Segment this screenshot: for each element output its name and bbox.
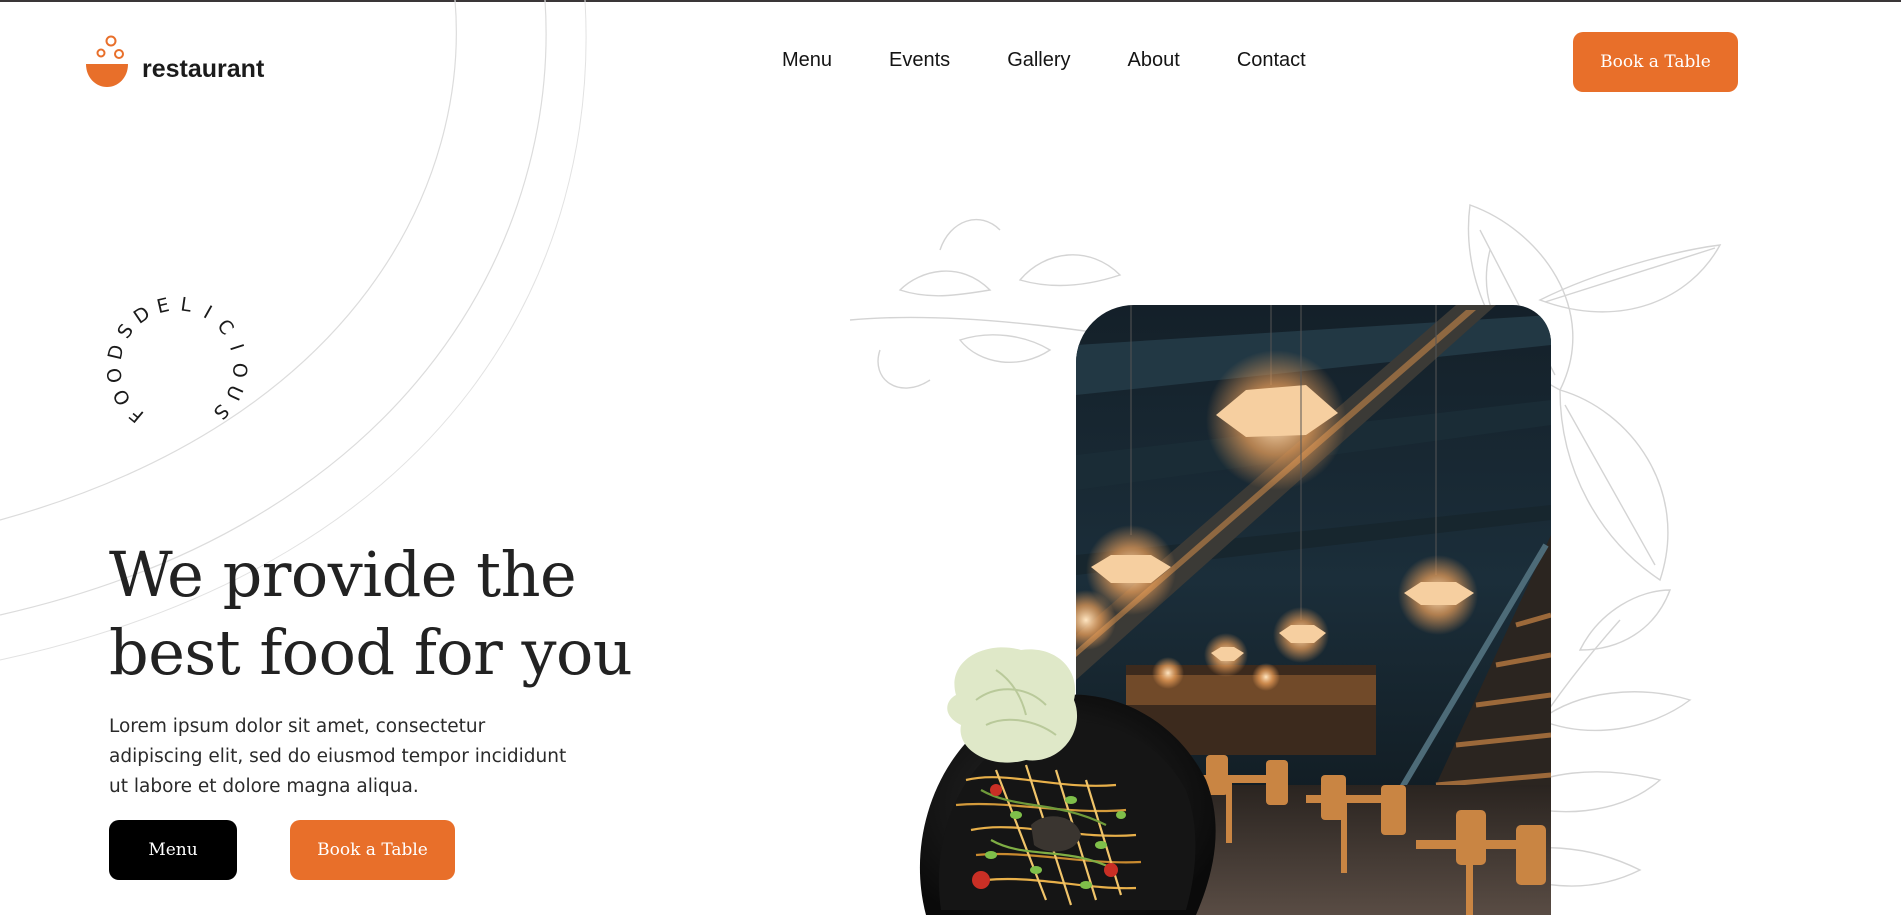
hero-description: Lorem ipsum dolor sit amet, consectetur …	[109, 716, 567, 797]
nav-events[interactable]: Events	[889, 48, 950, 72]
circle-letter: U	[221, 382, 247, 404]
circle-letter: S	[209, 399, 233, 423]
circle-letter: L	[179, 293, 193, 316]
circle-letter: D	[104, 343, 129, 362]
nav-about[interactable]: About	[1128, 48, 1180, 72]
bowl-bubbles-icon	[86, 35, 128, 87]
hero-book-table-button[interactable]: Book a Table	[290, 820, 455, 880]
hero-title-line-2: best food for you	[109, 616, 633, 689]
circle-letter: E	[155, 294, 172, 318]
circle-letter: C	[213, 315, 238, 339]
nav-gallery[interactable]: Gallery	[1007, 48, 1070, 72]
main-nav: Menu Events Gallery About Contact	[782, 48, 1306, 72]
circular-text-badge: FOODSD E L ICIOUS	[103, 293, 251, 427]
circle-letter: O	[103, 366, 127, 384]
hero-title: We provide the best food for you	[109, 536, 669, 692]
circle-letter: F	[126, 403, 149, 427]
hero-title-line-1: We provide the	[109, 538, 577, 611]
circle-letter: D	[130, 302, 154, 328]
header-book-table-button[interactable]: Book a Table	[1573, 32, 1738, 92]
salad-bowl-image	[919, 647, 1216, 915]
circle-letter: S	[113, 320, 138, 342]
nav-menu[interactable]: Menu	[782, 48, 832, 72]
circle-letter: I	[200, 302, 216, 324]
logo[interactable]: restaurant	[84, 34, 264, 88]
top-border	[0, 0, 1901, 2]
menu-button[interactable]: Menu	[109, 820, 237, 880]
circle-letter: O	[228, 362, 251, 378]
nav-contact[interactable]: Contact	[1237, 48, 1306, 72]
logo-text: restaurant	[142, 55, 265, 83]
circle-letter: O	[109, 385, 135, 409]
circle-letter: I	[225, 341, 248, 353]
